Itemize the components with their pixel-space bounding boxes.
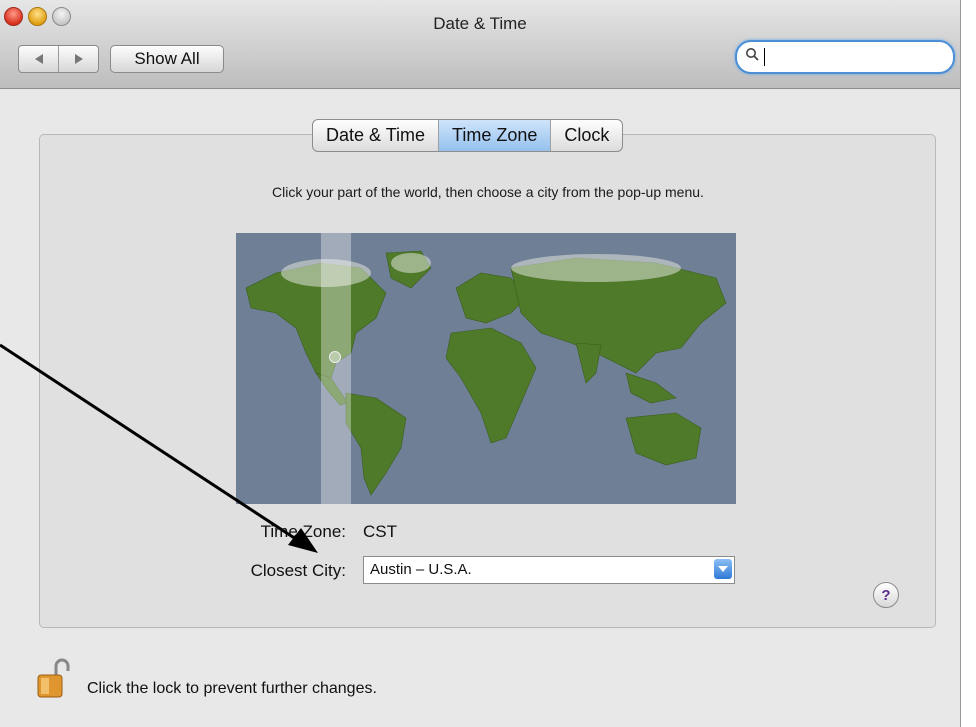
australia-land xyxy=(625,412,702,466)
lock-status-text: Click the lock to prevent further change… xyxy=(87,680,377,697)
window-title: Date & Time xyxy=(433,14,527,33)
southeast-asia-land xyxy=(625,372,677,404)
nav-back-forward xyxy=(18,45,99,73)
closest-city-popup[interactable]: Austin – U.S.A. xyxy=(363,556,735,584)
south-america-land xyxy=(345,392,407,496)
search-input[interactable] xyxy=(735,40,955,74)
forward-button[interactable] xyxy=(58,46,98,72)
time-zone-highlight-band xyxy=(321,233,351,504)
back-arrow-icon xyxy=(34,54,43,64)
forward-arrow-icon xyxy=(74,54,83,64)
africa-land xyxy=(445,327,537,444)
india-land xyxy=(575,342,602,384)
tab-date-time[interactable]: Date & Time xyxy=(313,120,438,151)
lock-icon[interactable] xyxy=(36,657,72,699)
tab-bar: Date & Time Time Zone Clock xyxy=(312,119,624,152)
location-marker xyxy=(329,351,341,363)
help-icon[interactable]: ? xyxy=(873,582,899,608)
title-bar: Date & Time Show All xyxy=(0,0,960,89)
text-caret xyxy=(764,48,765,66)
tab-clock[interactable]: Clock xyxy=(550,120,622,151)
instructions-text: Click your part of the world, then choos… xyxy=(272,184,704,200)
date-time-window: Date & Time Show All Date & Time Time Zo… xyxy=(0,0,961,727)
time-zone-label: Time Zone: xyxy=(260,522,346,541)
tab-time-zone[interactable]: Time Zone xyxy=(438,120,551,151)
popup-arrow-icon[interactable] xyxy=(714,559,732,579)
search-icon xyxy=(746,48,759,61)
show-all-button[interactable]: Show All xyxy=(110,45,224,73)
back-button[interactable] xyxy=(19,46,58,72)
world-map[interactable] xyxy=(236,233,736,504)
time-zone-value: CST xyxy=(363,522,397,541)
closest-city-label: Closest City: xyxy=(250,561,346,580)
closest-city-value: Austin – U.S.A. xyxy=(370,561,472,578)
